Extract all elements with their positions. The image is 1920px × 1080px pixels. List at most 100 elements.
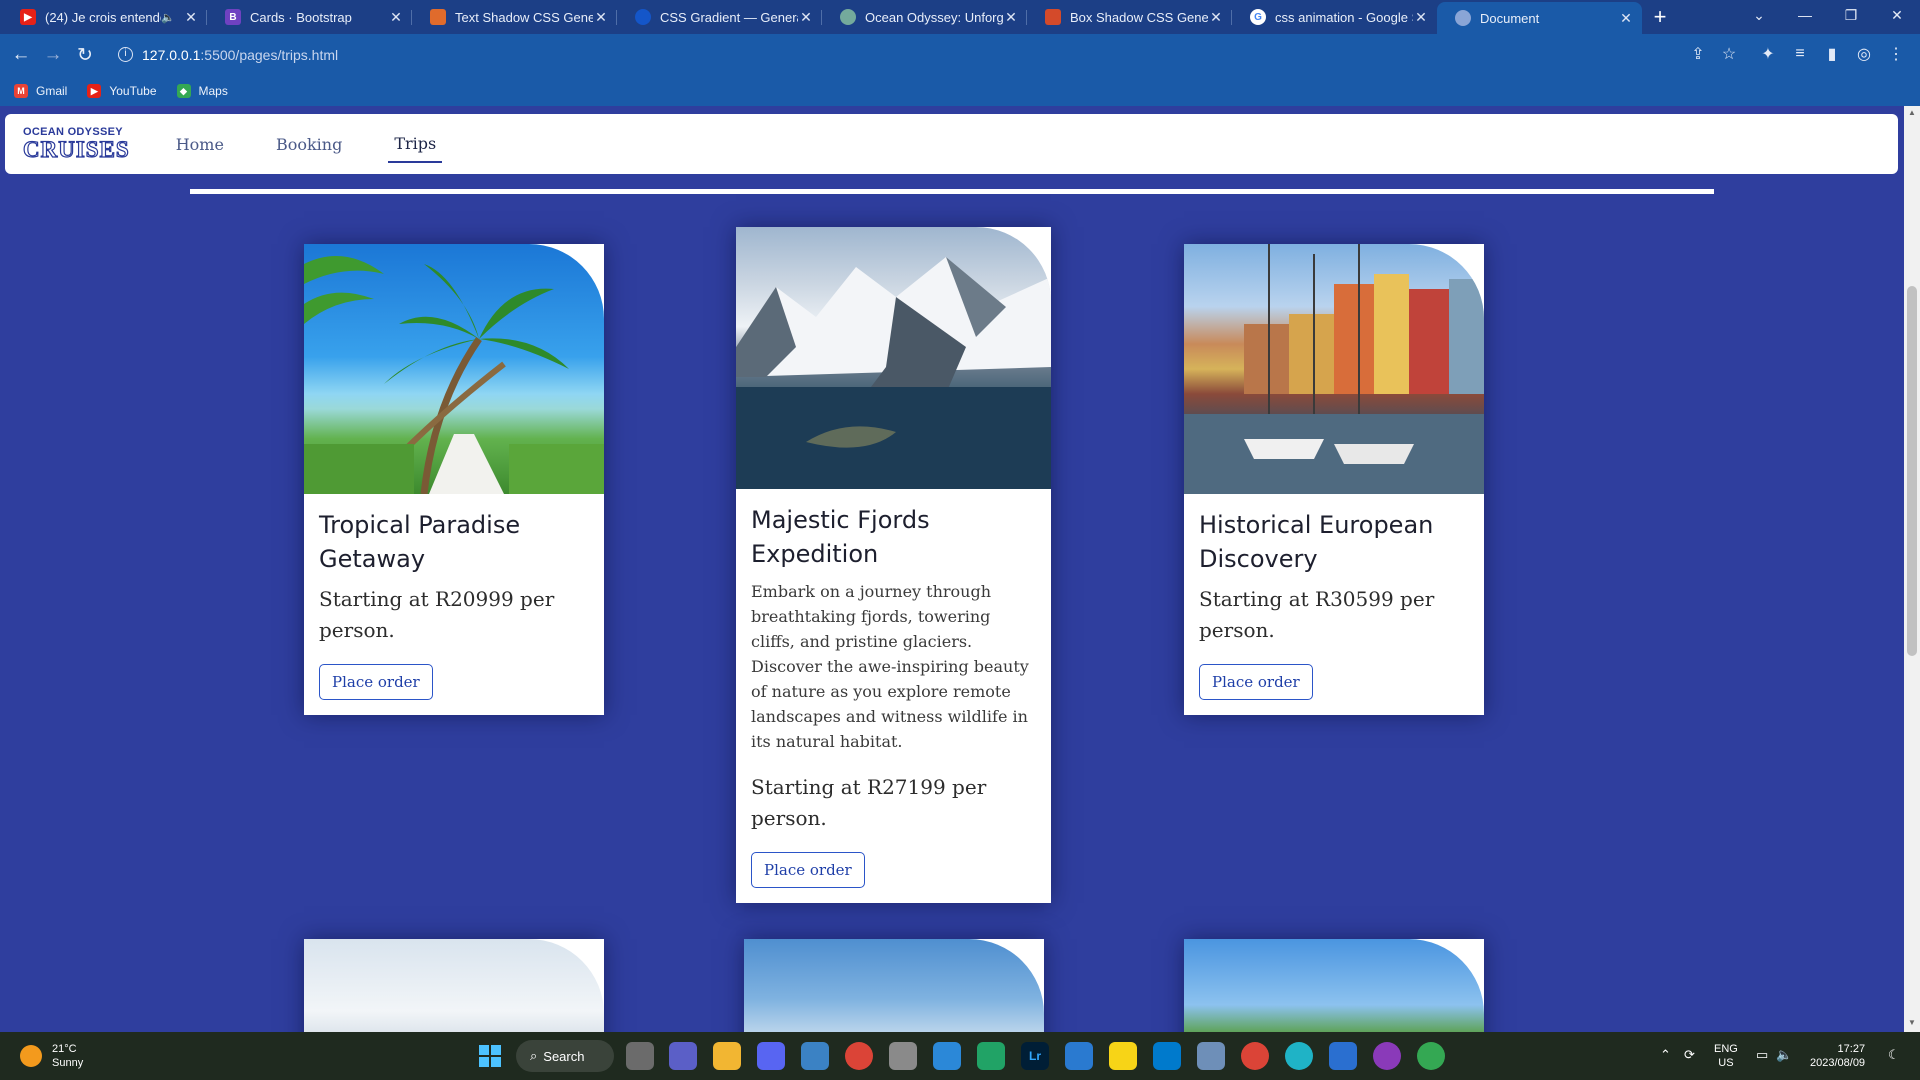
browser-tab[interactable]: Ocean Odyssey: Unforgettable ✕ bbox=[822, 0, 1027, 34]
app-icon[interactable] bbox=[933, 1042, 961, 1070]
close-tab-icon[interactable]: ✕ bbox=[798, 9, 814, 26]
windows-start-icon[interactable] bbox=[476, 1042, 504, 1070]
site-info-icon[interactable]: i bbox=[118, 47, 133, 62]
bootstrap-icon: B bbox=[225, 9, 241, 25]
chrome-icon[interactable] bbox=[1417, 1042, 1445, 1070]
vscode-icon[interactable] bbox=[1153, 1042, 1181, 1070]
excel-icon[interactable] bbox=[977, 1042, 1005, 1070]
photos-icon[interactable] bbox=[1197, 1042, 1225, 1070]
speaker-icon[interactable]: 🔈 bbox=[161, 11, 175, 24]
teams-icon[interactable] bbox=[669, 1042, 697, 1070]
close-tab-icon[interactable]: ✕ bbox=[1413, 9, 1429, 26]
language-indicator[interactable]: ENG US bbox=[1714, 1042, 1738, 1070]
lightroom-icon[interactable]: Lr bbox=[1021, 1042, 1049, 1070]
site-logo[interactable]: OCEAN ODYSSEY CRUISES bbox=[22, 127, 130, 162]
scroll-down-icon[interactable]: ▼ bbox=[1907, 1018, 1917, 1027]
chevron-up-icon[interactable]: ⌃ bbox=[1660, 1048, 1671, 1062]
github-icon[interactable] bbox=[1373, 1042, 1401, 1070]
card-title: Majestic Fjords Expedition bbox=[751, 506, 930, 568]
media-icon[interactable]: ≡ bbox=[1788, 42, 1812, 66]
bookmark-label: YouTube bbox=[109, 84, 157, 98]
notepad-icon[interactable] bbox=[1329, 1042, 1357, 1070]
weather-widget[interactable]: 21°C Sunny bbox=[20, 1042, 83, 1070]
paint-icon[interactable] bbox=[1065, 1042, 1093, 1070]
chrome-icon[interactable] bbox=[1241, 1042, 1269, 1070]
bookmark-gmail[interactable]: M Gmail bbox=[14, 84, 67, 98]
extensions-icon[interactable]: ✦ bbox=[1756, 42, 1780, 66]
trip-card bbox=[744, 939, 1044, 1032]
tab-title: Box Shadow CSS Generator bbox=[1070, 9, 1208, 25]
menu-icon[interactable]: ⋮ bbox=[1884, 42, 1908, 66]
browser-tab[interactable]: ▶ (24) Je crois entende 🔈 ✕ bbox=[2, 0, 207, 34]
close-tab-icon[interactable]: ✕ bbox=[183, 9, 199, 26]
profile-icon[interactable]: ◎ bbox=[1852, 42, 1876, 66]
trip-card bbox=[1184, 939, 1484, 1032]
browser-tab-bar: ▶ (24) Je crois entende 🔈 ✕ B Cards · Bo… bbox=[0, 0, 1920, 34]
app-icon[interactable] bbox=[1285, 1042, 1313, 1070]
reload-icon[interactable]: ↻ bbox=[73, 43, 97, 67]
european-harbour-image bbox=[1184, 244, 1484, 494]
restore-icon[interactable]: ❐ bbox=[1828, 0, 1874, 30]
url-host: 127.0.0.1 bbox=[142, 47, 201, 63]
tab-title: Cards · Bootstrap bbox=[250, 9, 352, 25]
notifications-icon[interactable]: ☾ bbox=[1888, 1048, 1900, 1062]
forward-icon[interactable]: → bbox=[41, 43, 65, 67]
bookmark-star-icon[interactable]: ☆ bbox=[1717, 42, 1741, 66]
address-toolbar: ← → ↻ i 127.0.0.1:5500/pages/trips.html … bbox=[0, 34, 1920, 76]
window-close-icon[interactable]: ✕ bbox=[1874, 0, 1920, 30]
close-tab-icon[interactable]: ✕ bbox=[593, 9, 609, 26]
share-icon[interactable]: ⇪ bbox=[1686, 42, 1710, 66]
place-order-button[interactable]: Place order bbox=[1199, 664, 1313, 700]
nav-link-home[interactable]: Home bbox=[170, 127, 230, 162]
browser-tab[interactable]: G css animation - Google Search ✕ bbox=[1232, 0, 1437, 34]
discord-icon[interactable] bbox=[757, 1042, 785, 1070]
browser-tab[interactable]: Text Shadow CSS Generator ✕ bbox=[412, 0, 617, 34]
header-divider bbox=[190, 189, 1714, 194]
browser-tab[interactable]: CSS Gradient — Generator ✕ bbox=[617, 0, 822, 34]
search-icon: ⌕ bbox=[530, 1048, 538, 1063]
browser-tab-active[interactable]: Document ✕ bbox=[1437, 2, 1642, 34]
tab-title: Text Shadow CSS Generator bbox=[455, 9, 593, 25]
page-viewport: OCEAN ODYSSEY CRUISES Home Booking Trips bbox=[0, 106, 1904, 1032]
bookmark-maps[interactable]: ◆ Maps bbox=[176, 84, 228, 98]
place-order-button[interactable]: Place order bbox=[319, 664, 433, 700]
app-icon[interactable] bbox=[801, 1042, 829, 1070]
tab-title: Document bbox=[1480, 10, 1540, 26]
page-scrollbar[interactable]: ▲ ▼ bbox=[1904, 106, 1920, 1032]
minimize-icon[interactable]: — bbox=[1782, 0, 1828, 30]
nav-link-booking[interactable]: Booking bbox=[270, 127, 348, 162]
sync-icon[interactable]: ⟳ bbox=[1684, 1048, 1695, 1062]
bookmark-youtube[interactable]: ▶ YouTube bbox=[87, 84, 157, 98]
side-panel-icon[interactable]: ▮ bbox=[1820, 42, 1844, 66]
place-order-button[interactable]: Place order bbox=[751, 852, 865, 888]
taskbar-search[interactable]: ⌕ Search bbox=[516, 1040, 614, 1072]
close-tab-icon[interactable]: ✕ bbox=[1003, 9, 1019, 26]
card-title: Historical European Discovery bbox=[1199, 511, 1434, 573]
app-icon[interactable] bbox=[889, 1042, 917, 1070]
sticky-notes-icon[interactable] bbox=[1109, 1042, 1137, 1070]
close-tab-icon[interactable]: ✕ bbox=[1618, 10, 1634, 27]
volume-icon[interactable]: 🔈 bbox=[1776, 1048, 1792, 1062]
network-icon[interactable]: ▭ bbox=[1756, 1048, 1768, 1062]
clock[interactable]: 17:27 2023/08/09 bbox=[1810, 1042, 1865, 1070]
tab-search-icon[interactable]: ⌄ bbox=[1736, 0, 1782, 30]
url-field[interactable]: i 127.0.0.1:5500/pages/trips.html bbox=[108, 39, 1708, 71]
close-tab-icon[interactable]: ✕ bbox=[388, 9, 404, 26]
nav-link-trips[interactable]: Trips bbox=[388, 126, 443, 163]
scrollbar-thumb[interactable] bbox=[1907, 286, 1917, 656]
task-view-icon[interactable] bbox=[626, 1042, 654, 1070]
scroll-up-icon[interactable]: ▲ bbox=[1907, 108, 1917, 117]
logo-line-2: CRUISES bbox=[22, 137, 130, 162]
chrome-icon[interactable] bbox=[845, 1042, 873, 1070]
new-tab-button[interactable]: + bbox=[1642, 0, 1678, 34]
card-title: Tropical Paradise Getaway bbox=[319, 511, 521, 573]
trip-card bbox=[304, 939, 604, 1032]
chatgpt-icon bbox=[840, 9, 856, 25]
fjord-image bbox=[736, 227, 1051, 489]
browser-tab[interactable]: B Cards · Bootstrap ✕ bbox=[207, 0, 412, 34]
close-tab-icon[interactable]: ✕ bbox=[1208, 9, 1224, 26]
file-explorer-icon[interactable] bbox=[713, 1042, 741, 1070]
back-icon[interactable]: ← bbox=[9, 43, 33, 67]
browser-tab[interactable]: Box Shadow CSS Generator ✕ bbox=[1027, 0, 1232, 34]
tab-title: CSS Gradient — Generator bbox=[660, 9, 798, 25]
